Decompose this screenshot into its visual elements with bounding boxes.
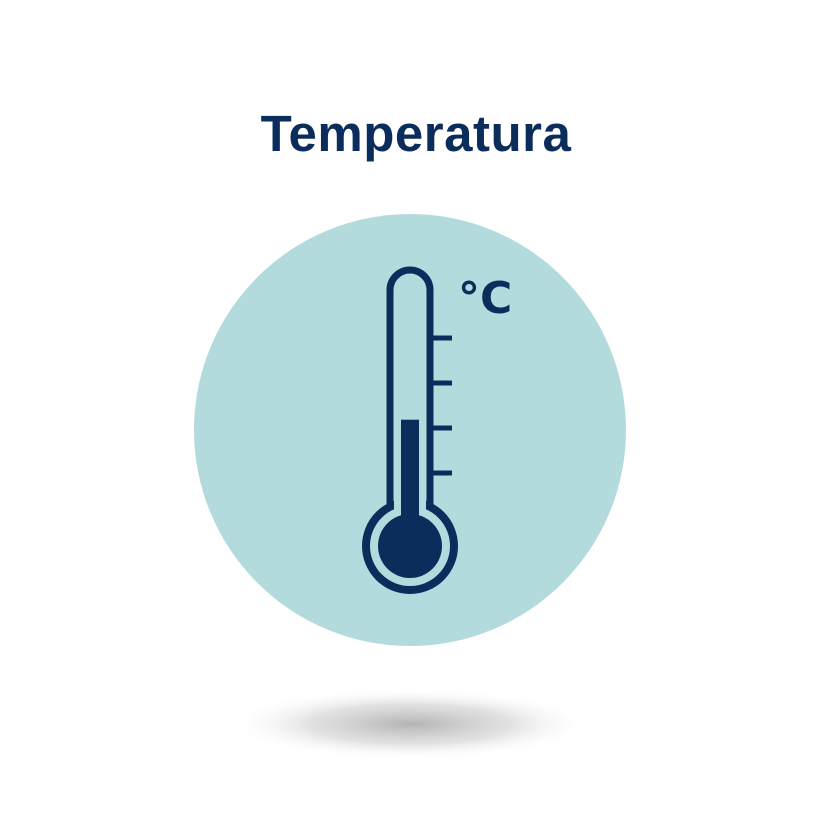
mercury-column (401, 419, 419, 534)
temperature-illustration: °C (194, 214, 626, 760)
badge-shadow (228, 688, 592, 760)
unit-label: °C (458, 273, 512, 324)
page: Temperatura °C (0, 0, 832, 832)
